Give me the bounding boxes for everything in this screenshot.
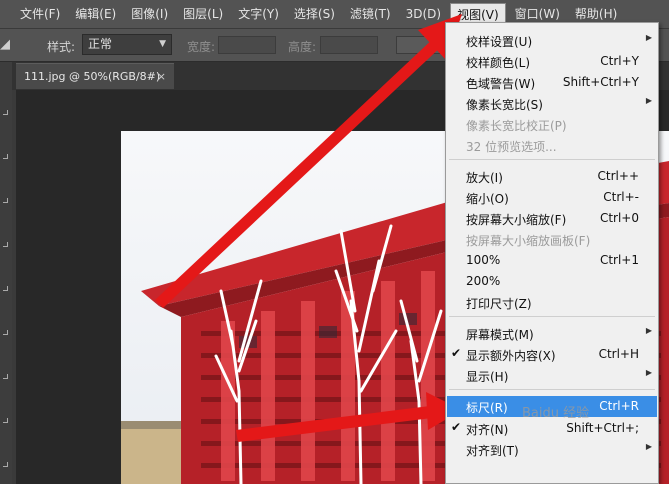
checkmark-icon: ✔	[451, 346, 462, 360]
submenu-arrow-icon: ▶	[645, 96, 652, 105]
view-menu-item[interactable]: 像素长宽比(S) ▶	[447, 93, 657, 114]
view-menu-item-label: 像素长宽比校正(P)	[466, 119, 567, 133]
view-menu-item-label: 对齐到(T)	[466, 444, 519, 458]
view-menu-item-label: 100%	[466, 253, 501, 267]
view-menu-item-shortcut: Shift+Ctrl+;	[566, 421, 639, 435]
view-menu-item-label: 32 位预览选项...	[466, 140, 557, 154]
menu-separator	[449, 316, 655, 317]
view-menu-item-label: 色域警告(W)	[466, 77, 536, 91]
menu-separator	[449, 159, 655, 160]
view-menu-item-label: 缩小(O)	[466, 192, 509, 206]
view-menu-item[interactable]: 缩小(O) Ctrl+-	[447, 187, 657, 208]
view-menu-item-label: 打印尺寸(Z)	[466, 297, 532, 311]
view-menu-item[interactable]: ✔ 对齐(N) Shift+Ctrl+;	[447, 418, 657, 439]
view-menu-item-label: 显示(H)	[466, 370, 509, 384]
view-menu-item-label: 200%	[466, 274, 501, 288]
view-menu-item[interactable]: 放大(I) Ctrl++	[447, 166, 657, 187]
view-menu-item: 像素长宽比校正(P)	[447, 114, 657, 135]
view-menu-item[interactable]: 屏幕模式(M) ▶	[447, 323, 657, 344]
checkmark-icon: ✔	[451, 420, 462, 434]
view-menu-item-label: 屏幕模式(M)	[466, 328, 534, 342]
view-menu-item[interactable]: 校样颜色(L) Ctrl+Y	[447, 51, 657, 72]
view-menu-item[interactable]: ✔ 显示额外内容(X) Ctrl+H	[447, 344, 657, 365]
annotation-arrow	[236, 406, 432, 442]
view-menu-item[interactable]: 打印尺寸(Z)	[447, 292, 657, 313]
submenu-arrow-icon: ▶	[645, 33, 652, 42]
view-menu-item-label: 像素长宽比(S)	[466, 98, 543, 112]
view-menu-item[interactable]: 按屏幕大小缩放(F) Ctrl+0	[447, 208, 657, 229]
view-menu-item-shortcut: Ctrl+Y	[600, 54, 639, 68]
view-menu-item: 按屏幕大小缩放画板(F)	[447, 229, 657, 250]
view-menu-item[interactable]: 色域警告(W) Shift+Ctrl+Y	[447, 72, 657, 93]
view-menu-item-shortcut: Shift+Ctrl+Y	[562, 75, 639, 89]
view-menu-item-label: 标尺(R)	[466, 401, 508, 415]
view-menu-item-label: 校样设置(U)	[466, 35, 533, 49]
view-menu-item-shortcut: Ctrl+R	[599, 399, 639, 413]
view-menu-item-label: 显示额外内容(X)	[466, 349, 556, 363]
view-menu-item-label: 对齐(N)	[466, 423, 509, 437]
submenu-arrow-icon: ▶	[645, 326, 652, 335]
view-menu-item-shortcut: Ctrl+1	[599, 253, 639, 267]
view-menu-item: 32 位预览选项...	[447, 135, 657, 156]
view-menu-item[interactable]: 显示(H) ▶	[447, 365, 657, 386]
menu-separator	[449, 389, 655, 390]
watermark: Baidu 经验	[522, 406, 590, 421]
annotation-arrow	[155, 36, 444, 308]
view-menu-item-shortcut: Ctrl+0	[599, 211, 639, 225]
view-menu-item[interactable]: 校样设置(U) ▶	[447, 30, 657, 51]
view-menu-item-label: 放大(I)	[466, 171, 503, 185]
view-menu-item[interactable]: 100% Ctrl+1	[447, 250, 657, 271]
view-menu-item[interactable]: 对齐到(T) ▶	[447, 439, 657, 460]
view-menu-item-shortcut: Ctrl++	[597, 169, 639, 183]
view-menu-item-label: 按屏幕大小缩放画板(F)	[466, 234, 591, 248]
view-menu-item-label: 校样颜色(L)	[466, 56, 531, 70]
view-menu-item[interactable]: 200%	[447, 271, 657, 292]
view-menu-item-shortcut: Ctrl+H	[598, 347, 639, 361]
submenu-arrow-icon: ▶	[645, 368, 652, 377]
view-menu-item-label: 按屏幕大小缩放(F)	[466, 213, 567, 227]
submenu-arrow-icon: ▶	[645, 442, 652, 451]
view-menu-item-shortcut: Ctrl+-	[603, 190, 639, 204]
